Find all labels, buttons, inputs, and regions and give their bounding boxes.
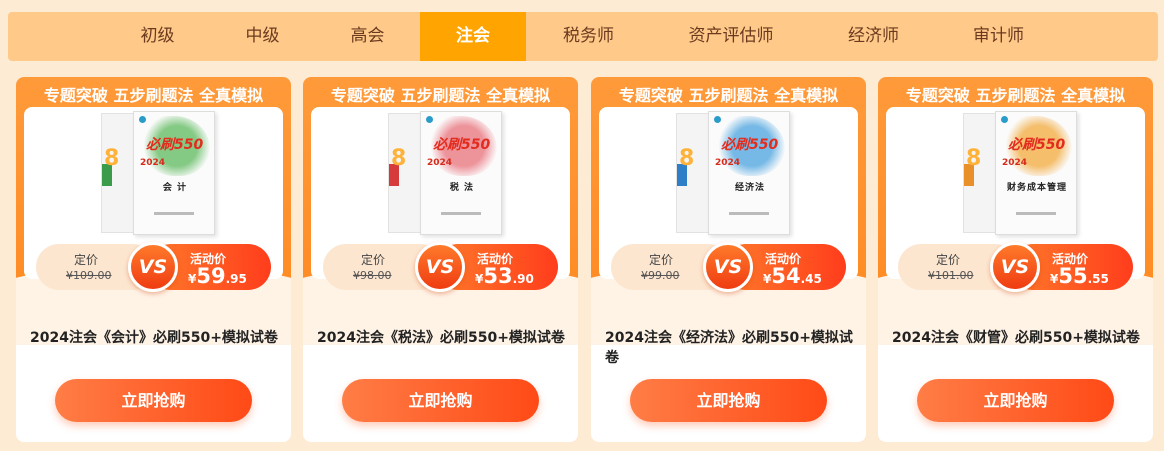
price-comparison: 定价 ¥109.00 活动价 ¥59.95 VS: [36, 242, 271, 292]
book-subject: 税 法: [449, 183, 475, 193]
price-comparison: 定价 ¥99.00 活动价 ¥54.45 VS: [611, 242, 846, 292]
card-slogan: 专题突破 五步刷题法 全真模拟: [43, 86, 264, 105]
product-title[interactable]: 2024注会《经济法》必刷550+模拟试卷: [605, 328, 855, 368]
publisher-logo-icon: [139, 116, 146, 123]
tab-shuiwushi[interactable]: 税务师: [526, 12, 651, 61]
product-title[interactable]: 2024注会《财管》必刷550+模拟试卷: [892, 328, 1142, 348]
book-year: 2024: [140, 158, 166, 168]
product-title[interactable]: 2024注会《会计》必刷550+模拟试卷: [30, 328, 280, 348]
original-price: ¥99.00: [641, 269, 680, 282]
original-price: ¥98.00: [353, 269, 392, 282]
card-slogan: 专题突破 五步刷题法 全真模拟: [905, 86, 1126, 105]
tab-zhongji[interactable]: 中级: [210, 12, 315, 61]
original-price-label: 定价: [361, 253, 386, 267]
tab-zichanpinggushi[interactable]: 资产评估师: [651, 12, 811, 61]
book-cover-image: 8 必刷550 2024 税 法: [388, 111, 502, 235]
sale-price: ¥54.45: [763, 264, 822, 288]
tab-zhuhui[interactable]: 注会: [420, 12, 526, 61]
original-price-label: 定价: [936, 253, 961, 267]
sale-price: ¥53.90: [475, 264, 534, 288]
buy-now-button[interactable]: 立即抢购: [55, 379, 252, 422]
vs-badge: VS: [703, 242, 753, 292]
tab-shenjishi[interactable]: 审计师: [936, 12, 1061, 61]
book-subject: 会 计: [162, 183, 188, 193]
book-series: 必刷550: [146, 137, 204, 153]
vs-badge: VS: [415, 242, 465, 292]
vs-badge: VS: [990, 242, 1040, 292]
book-series: 必刷550: [433, 137, 491, 153]
price-comparison: 定价 ¥101.00 活动价 ¥55.55 VS: [898, 242, 1133, 292]
sale-price: ¥59.95: [188, 264, 247, 288]
book-subject: 财务成本管理: [1006, 183, 1067, 193]
book-series: 必刷550: [721, 137, 779, 153]
tab-chuji[interactable]: 初级: [105, 12, 210, 61]
publisher-logo-icon: [426, 116, 433, 123]
book-cover-image: 8 必刷550 2024 会 计: [101, 111, 215, 235]
vs-badge: VS: [128, 242, 178, 292]
book-year: 2024: [1002, 158, 1028, 168]
original-price-label: 定价: [74, 253, 99, 267]
product-card-list: 专题突破 五步刷题法 全真模拟 8 必刷550 2024 会 计 定价 ¥109…: [16, 77, 1156, 442]
book-cover-image: 8 必刷550 2024 经济法: [676, 111, 790, 235]
publisher-logo-icon: [714, 116, 721, 123]
card-slogan: 专题突破 五步刷题法 全真模拟: [618, 86, 839, 105]
buy-now-button[interactable]: 立即抢购: [917, 379, 1114, 422]
original-price: ¥101.00: [928, 269, 974, 282]
sale-price: ¥55.55: [1050, 264, 1109, 288]
book-cover-image: 8 必刷550 2024 财务成本管理: [963, 111, 1077, 235]
exam-category-tabs: 初级 中级 高会 注会 税务师 资产评估师 经济师 审计师: [8, 12, 1158, 61]
book-series: 必刷550: [1008, 137, 1066, 153]
tab-jingjishi[interactable]: 经济师: [811, 12, 936, 61]
tab-gaohui[interactable]: 高会: [315, 12, 420, 61]
book-subject: 经济法: [734, 183, 765, 193]
product-card[interactable]: 专题突破 五步刷题法 全真模拟 8 必刷550 2024 税 法 定价 ¥98.…: [303, 77, 578, 442]
buy-now-button[interactable]: 立即抢购: [630, 379, 827, 422]
book-year: 2024: [715, 158, 741, 168]
buy-now-button[interactable]: 立即抢购: [342, 379, 539, 422]
original-price-label: 定价: [649, 253, 674, 267]
product-card[interactable]: 专题突破 五步刷题法 全真模拟 8 必刷550 2024 经济法 定价 ¥99.…: [591, 77, 866, 442]
product-card[interactable]: 专题突破 五步刷题法 全真模拟 8 必刷550 2024 财务成本管理 定价 ¥…: [878, 77, 1153, 442]
original-price: ¥109.00: [66, 269, 112, 282]
publisher-logo-icon: [1001, 116, 1008, 123]
price-comparison: 定价 ¥98.00 活动价 ¥53.90 VS: [323, 242, 558, 292]
card-slogan: 专题突破 五步刷题法 全真模拟: [330, 86, 551, 105]
product-title[interactable]: 2024注会《税法》必刷550+模拟试卷: [317, 328, 567, 348]
product-card[interactable]: 专题突破 五步刷题法 全真模拟 8 必刷550 2024 会 计 定价 ¥109…: [16, 77, 291, 442]
book-year: 2024: [427, 158, 453, 168]
